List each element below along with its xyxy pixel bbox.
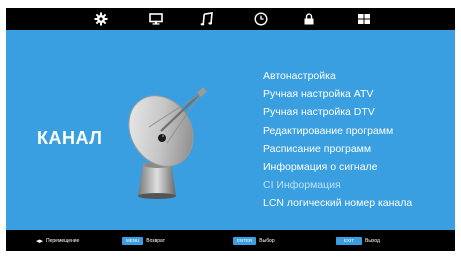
tab-picture[interactable] xyxy=(147,11,165,27)
menu-item[interactable]: Автонастройка xyxy=(263,67,412,85)
monitor-icon xyxy=(149,13,163,25)
hint-move: ◂▸ Перемещение xyxy=(36,236,79,245)
tab-time[interactable] xyxy=(252,11,270,27)
hint-exit-label: Выход xyxy=(365,237,380,244)
hint-back: MENU Возврат xyxy=(122,236,165,245)
menu-item[interactable]: Расписание программ xyxy=(263,140,412,158)
enter-key: ENTER xyxy=(233,236,257,245)
hint-bar: ◂▸ Перемещение MENU Возврат ENTER Выбор … xyxy=(6,230,455,251)
menu-key: MENU xyxy=(122,236,144,245)
hint-move-label: Перемещение xyxy=(46,237,80,244)
channel-menu-panel: КАНАЛ Автонастройка Ручная настройка ATV… xyxy=(6,30,455,230)
menu-item[interactable]: Редактирование программ xyxy=(263,122,412,140)
music-note-icon xyxy=(200,12,213,26)
tab-setup[interactable] xyxy=(355,11,373,27)
lock-icon xyxy=(304,13,314,25)
menu-item[interactable]: Информация о сигнале xyxy=(263,158,412,176)
top-menu-bar xyxy=(6,8,455,30)
satellite-dish-icon xyxy=(128,87,207,199)
hint-select: ENTER Выбор xyxy=(233,236,275,245)
clock-icon xyxy=(254,12,268,26)
arrow-keys-icon: ◂▸ xyxy=(36,236,44,245)
menu-item[interactable]: CI Информация xyxy=(263,176,412,194)
gear-icon xyxy=(94,12,108,26)
hint-exit: EXIT Выход xyxy=(336,236,380,245)
channel-menu-list: Автонастройка Ручная настройка ATV Ручная … xyxy=(263,67,412,213)
hint-back-label: Возврат xyxy=(146,237,165,244)
page-title: КАНАЛ xyxy=(37,128,103,148)
tab-sound[interactable] xyxy=(198,11,216,27)
tab-channel[interactable] xyxy=(92,11,110,27)
tab-lock[interactable] xyxy=(300,11,318,27)
menu-item[interactable]: Ручная настройка DTV xyxy=(263,103,412,121)
tv-screen: КАНАЛ Автонастройка Ручная настройка ATV… xyxy=(6,8,455,251)
hint-select-label: Выбор xyxy=(259,237,275,244)
exit-key: EXIT xyxy=(336,236,363,245)
menu-item[interactable]: LCN логический номер канала xyxy=(263,194,412,212)
menu-item[interactable]: Ручная настройка ATV xyxy=(263,85,412,103)
windows-grid-icon xyxy=(358,14,370,24)
